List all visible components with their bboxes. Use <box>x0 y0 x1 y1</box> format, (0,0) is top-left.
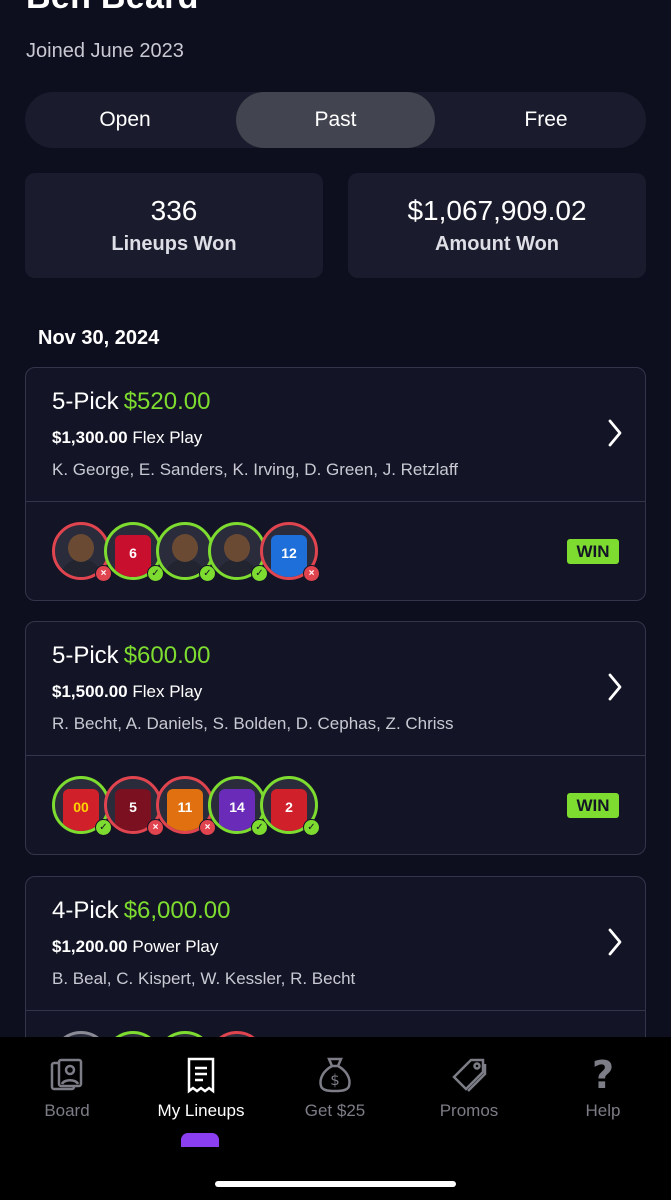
pick-count: 5-Pick <box>52 642 119 669</box>
divider <box>26 501 645 502</box>
avatar-row: 00 ✓ 5 × 11 × 14 ✓ 2 ✓ <box>52 776 322 838</box>
play-type: Power Play <box>132 937 219 956</box>
date-header: Nov 30, 2024 <box>38 327 160 349</box>
play-type: Flex Play <box>132 428 203 447</box>
jersey-icon: 12 <box>271 535 307 577</box>
stat-value: 336 <box>150 195 198 226</box>
pick-count: 4-Pick <box>52 897 119 924</box>
tag-icon <box>452 1058 487 1092</box>
divider <box>26 755 645 756</box>
bottom-nav: Board My Lineups $ Get $25 Promos ? Help <box>0 1037 671 1200</box>
jersey-icon: 11 <box>167 789 203 831</box>
player-head <box>68 534 94 562</box>
question-icon: ? <box>592 1055 614 1095</box>
player-head <box>172 534 198 562</box>
payout: $520.00 <box>123 388 211 415</box>
play-type: Flex Play <box>132 682 203 701</box>
nav-get-25[interactable]: $ Get $25 <box>268 1055 402 1121</box>
stat-lineups-won: 336 Lineups Won <box>25 173 323 278</box>
payout: $6,000.00 <box>123 897 231 924</box>
svg-text:?: ? <box>592 1055 614 1095</box>
stat-amount-won: $1,067,909.02 Amount Won <box>348 173 646 278</box>
active-tab-indicator <box>181 1133 219 1147</box>
lineup-title: 4-Pick $6,000.00 <box>52 897 230 925</box>
jersey-icon: 00 <box>63 789 99 831</box>
lineup-title: 5-Pick $600.00 <box>52 642 210 670</box>
entry-amount: $1,200.00 <box>52 937 128 956</box>
chevron-right-icon[interactable] <box>607 418 623 448</box>
player-names: B. Beal, C. Kispert, W. Kessler, R. Bech… <box>52 969 356 988</box>
player-names: R. Becht, A. Daniels, S. Bolden, D. Ceph… <box>52 714 454 733</box>
nav-board[interactable]: Board <box>0 1055 134 1121</box>
nav-label: Get $25 <box>304 1101 366 1120</box>
avatar-row: × 6 ✓ ✓ ✓ 12 × <box>52 522 322 584</box>
nav-label: Help <box>585 1101 621 1120</box>
status-badge: WIN <box>567 793 619 818</box>
nav-label: Board <box>44 1101 90 1120</box>
status-badge: WIN <box>567 539 619 564</box>
jersey-icon: 2 <box>271 789 307 831</box>
entry-line: $1,200.00 Power Play <box>52 937 218 957</box>
jersey-icon: 6 <box>115 535 151 577</box>
stat-label: Lineups Won <box>111 233 237 255</box>
board-icon <box>50 1058 83 1091</box>
svg-text:$: $ <box>330 1071 340 1089</box>
entry-amount: $1,500.00 <box>52 682 128 701</box>
receipt-icon <box>187 1057 215 1094</box>
stat-label: Amount Won <box>434 233 560 255</box>
jersey-icon: 14 <box>219 789 255 831</box>
profile-name: Ben Beard <box>26 0 199 17</box>
nav-promos[interactable]: Promos <box>402 1055 536 1121</box>
payout: $600.00 <box>123 642 211 669</box>
jersey-icon: 5 <box>115 789 151 831</box>
money-bag-icon: $ <box>319 1057 351 1093</box>
check-icon: ✓ <box>303 819 320 836</box>
lineup-card[interactable]: 5-Pick $600.00 $1,500.00 Flex Play R. Bec… <box>25 621 646 855</box>
player-head <box>224 534 250 562</box>
lineup-card[interactable]: 5-Pick $520.00 $1,300.00 Flex Play K. Geo… <box>25 367 646 601</box>
entry-amount: $1,300.00 <box>52 428 128 447</box>
stat-value: $1,067,909.02 <box>407 195 587 226</box>
nav-label: Promos <box>439 1101 499 1120</box>
nav-help[interactable]: ? Help <box>536 1055 670 1121</box>
x-icon: × <box>303 565 320 582</box>
lineup-title: 5-Pick $520.00 <box>52 388 210 416</box>
player-names: K. George, E. Sanders, K. Irving, D. Gre… <box>52 460 458 479</box>
home-indicator <box>215 1181 456 1187</box>
pick-count: 5-Pick <box>52 388 119 415</box>
nav-my-lineups[interactable]: My Lineups <box>134 1055 268 1121</box>
divider <box>26 1010 645 1011</box>
tab-open[interactable]: Open <box>25 92 225 148</box>
tab-free[interactable]: Free <box>446 92 646 148</box>
chevron-right-icon[interactable] <box>607 927 623 957</box>
entry-line: $1,500.00 Flex Play <box>52 682 202 702</box>
chevron-right-icon[interactable] <box>607 672 623 702</box>
entry-line: $1,300.00 Flex Play <box>52 428 202 448</box>
tab-past[interactable]: Past <box>236 92 435 148</box>
nav-label: My Lineups <box>157 1101 245 1120</box>
joined-date: Joined June 2023 <box>26 40 184 62</box>
lineup-filter-tabs: Open Past Free <box>25 92 646 148</box>
